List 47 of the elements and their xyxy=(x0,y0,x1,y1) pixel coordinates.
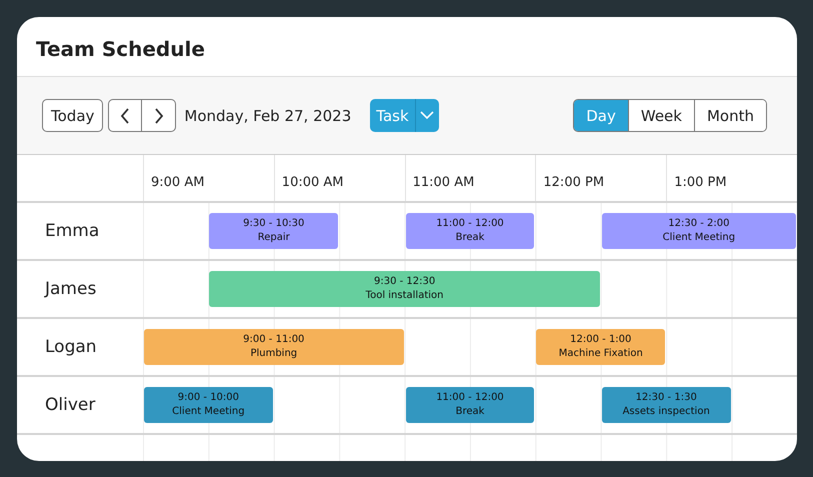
event-block[interactable]: 11:00 - 12:00 Break xyxy=(406,387,534,423)
event-title: Break xyxy=(456,405,484,419)
today-button[interactable]: Today xyxy=(42,99,104,132)
resource-name: Emma xyxy=(45,221,100,241)
time-column-header: 10:00 AM xyxy=(274,155,405,201)
event-title: Plumbing xyxy=(250,347,298,361)
chevron-right-icon xyxy=(154,108,164,124)
event-block[interactable]: 9:00 - 11:00 Plumbing xyxy=(144,329,404,365)
event-time: 11:00 - 12:00 xyxy=(436,391,504,405)
event-block[interactable]: 12:00 - 1:00 Machine Fixation xyxy=(536,329,666,365)
resource-name: James xyxy=(45,279,96,299)
event-block[interactable]: 9:00 - 10:00 Client Meeting xyxy=(144,387,273,423)
event-title: Tool installation xyxy=(366,289,444,303)
event-time: 12:30 - 1:30 xyxy=(636,391,697,405)
event-time: 12:00 - 1:00 xyxy=(570,333,632,347)
time-column-header: 9:00 AM xyxy=(143,155,274,201)
task-dropdown-button[interactable] xyxy=(414,99,439,132)
current-date: Monday, Feb 27, 2023 xyxy=(184,106,352,124)
chevron-left-icon xyxy=(120,108,130,124)
event-title: Machine Fixation xyxy=(558,347,643,361)
event-title: Client Meeting xyxy=(172,405,245,419)
previous-button[interactable] xyxy=(108,99,142,132)
event-time: 9:00 - 10:00 xyxy=(178,391,240,405)
time-column-header: 12:00 PM xyxy=(535,155,666,201)
event-block[interactable]: 12:30 - 1:30 Assets inspection xyxy=(602,387,731,423)
event-title: Break xyxy=(456,231,484,245)
resource-name: Oliver xyxy=(45,395,96,415)
time-column-header: 11:00 AM xyxy=(404,155,536,201)
page-title: Team Schedule xyxy=(35,36,206,63)
event-time: 9:30 - 10:30 xyxy=(243,217,304,231)
time-column-header: 1:00 PM xyxy=(666,155,797,201)
event-time: 11:00 - 12:00 xyxy=(436,217,504,231)
event-block[interactable]: 11:00 - 12:00 Break xyxy=(406,213,534,249)
view-tab[interactable]: Week xyxy=(628,100,694,131)
event-time: 9:00 - 11:00 xyxy=(243,333,304,347)
event-title: Assets inspection xyxy=(622,405,710,419)
event-time: 12:30 - 2:00 xyxy=(668,217,730,231)
event-title: Client Meeting xyxy=(662,231,736,245)
event-block[interactable]: 12:30 - 2:00 Client Meeting xyxy=(602,213,796,249)
event-time: 9:30 - 12:30 xyxy=(374,275,436,289)
resource-name: Logan xyxy=(45,337,97,357)
chevron-down-icon xyxy=(420,111,434,120)
event-title: Repair xyxy=(258,231,290,245)
event-block[interactable]: 9:30 - 10:30 Repair xyxy=(209,213,338,249)
view-tab[interactable]: Month xyxy=(694,100,766,131)
event-block[interactable]: 9:30 - 12:30 Tool installation xyxy=(209,271,600,307)
next-button[interactable] xyxy=(142,99,176,132)
